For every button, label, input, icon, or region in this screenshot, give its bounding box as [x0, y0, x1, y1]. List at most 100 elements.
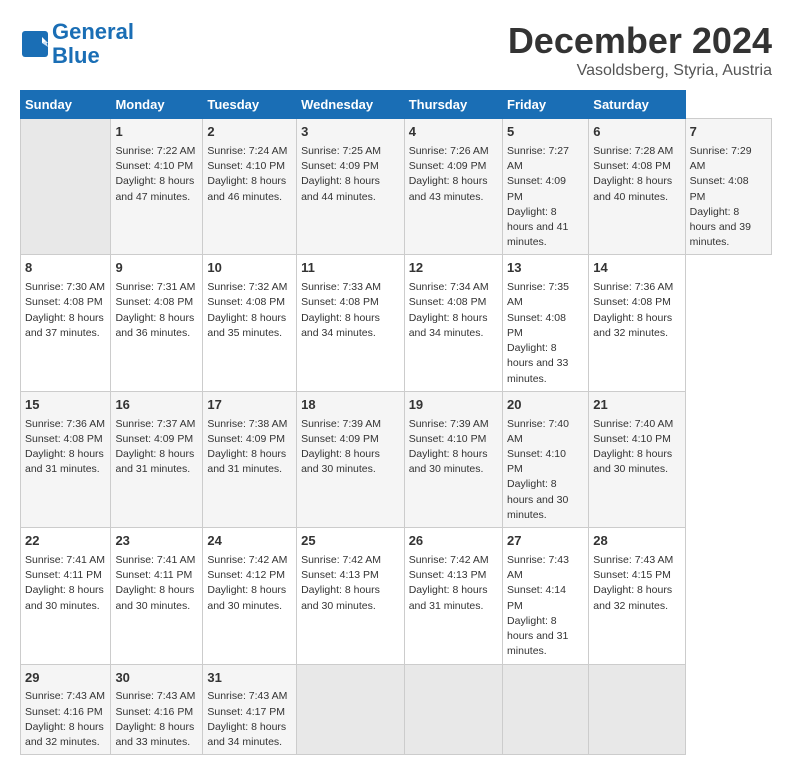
day-number: 10 [207, 259, 292, 278]
daylight-text: Daylight: 8 hours and 32 minutes. [593, 583, 680, 613]
calendar-cell [503, 664, 589, 755]
day-number: 22 [25, 532, 106, 551]
sunset-text: Sunset: 4:08 PM [115, 295, 198, 310]
sunrise-text: Sunrise: 7:40 AM [593, 417, 680, 432]
day-number: 4 [409, 123, 498, 142]
sunset-text: Sunset: 4:15 PM [593, 568, 680, 583]
sunrise-text: Sunrise: 7:36 AM [593, 280, 680, 295]
sunset-text: Sunset: 4:08 PM [301, 295, 400, 310]
sunrise-text: Sunrise: 7:43 AM [593, 553, 680, 568]
calendar-cell: 2Sunrise: 7:24 AMSunset: 4:10 PMDaylight… [203, 119, 297, 255]
sunrise-text: Sunrise: 7:34 AM [409, 280, 498, 295]
header-sunday: Sunday [21, 91, 111, 119]
sunset-text: Sunset: 4:08 PM [507, 311, 584, 341]
sunrise-text: Sunrise: 7:41 AM [25, 553, 106, 568]
day-number: 6 [593, 123, 680, 142]
daylight-text: Daylight: 8 hours and 46 minutes. [207, 174, 292, 204]
daylight-text: Daylight: 8 hours and 34 minutes. [207, 720, 292, 750]
sunrise-text: Sunrise: 7:25 AM [301, 144, 400, 159]
sunset-text: Sunset: 4:12 PM [207, 568, 292, 583]
day-number: 5 [507, 123, 584, 142]
calendar-cell: 17 Sunrise: 7:38 AMSunset: 4:09 PMDayligh… [203, 391, 297, 527]
sunrise-text: Sunrise: 7:27 AM [507, 144, 584, 174]
sunrise-text: Sunrise: 7:43 AM [25, 689, 106, 704]
daylight-text: Daylight: 8 hours and 31 minutes. [115, 447, 198, 477]
sunrise-text: Sunrise: 7:42 AM [301, 553, 400, 568]
sunrise-text: Sunrise: 7:41 AM [115, 553, 198, 568]
daylight-text: Daylight: 8 hours and 40 minutes. [593, 174, 680, 204]
sunrise-text: Sunrise: 7:42 AM [207, 553, 292, 568]
calendar-cell: 24Sunrise: 7:42 AMSunset: 4:12 PMDayligh… [203, 528, 297, 664]
day-number: 20 [507, 396, 584, 415]
calendar-cell: 31Sunrise: 7:43 AMSunset: 4:17 PMDayligh… [203, 664, 297, 755]
sunset-text: Sunset: 4:08 PM [409, 295, 498, 310]
sunrise-text: Sunrise: 7:38 AM [207, 417, 292, 432]
sunrise-text: Sunrise: 7:35 AM [507, 280, 584, 310]
day-number: 11 [301, 259, 400, 278]
calendar-cell: 26Sunrise: 7:42 AMSunset: 4:13 PMDayligh… [404, 528, 502, 664]
daylight-text: Daylight: 8 hours and 31 minutes. [207, 447, 292, 477]
calendar-cell: 14Sunrise: 7:36 AMSunset: 4:08 PMDayligh… [589, 255, 685, 391]
calendar-cell: 10Sunrise: 7:32 AMSunset: 4:08 PMDayligh… [203, 255, 297, 391]
day-number: 9 [115, 259, 198, 278]
sunset-text: Sunset: 4:13 PM [409, 568, 498, 583]
sunrise-text: Sunrise: 7:22 AM [115, 144, 198, 159]
calendar-cell: 6Sunrise: 7:28 AMSunset: 4:08 PMDaylight… [589, 119, 685, 255]
calendar-cell: 28Sunrise: 7:43 AMSunset: 4:15 PMDayligh… [589, 528, 685, 664]
daylight-text: Daylight: 8 hours and 32 minutes. [25, 720, 106, 750]
daylight-text: Daylight: 8 hours and 30 minutes. [115, 583, 198, 613]
day-number: 17 [207, 396, 292, 415]
day-number: 23 [115, 532, 198, 551]
sunrise-text: Sunrise: 7:43 AM [207, 689, 292, 704]
sunrise-text: Sunrise: 7:42 AM [409, 553, 498, 568]
calendar-cell: 11Sunrise: 7:33 AMSunset: 4:08 PMDayligh… [297, 255, 405, 391]
daylight-text: Daylight: 8 hours and 36 minutes. [115, 311, 198, 341]
sunset-text: Sunset: 4:10 PM [409, 432, 498, 447]
sunset-text: Sunset: 4:08 PM [25, 432, 106, 447]
logo-text: General Blue [52, 20, 134, 68]
day-number: 30 [115, 669, 198, 688]
sunrise-text: Sunrise: 7:36 AM [25, 417, 106, 432]
calendar-cell: 5Sunrise: 7:27 AMSunset: 4:09 PMDaylight… [503, 119, 589, 255]
sunset-text: Sunset: 4:11 PM [115, 568, 198, 583]
header-thursday: Thursday [404, 91, 502, 119]
calendar-cell: 4Sunrise: 7:26 AMSunset: 4:09 PMDaylight… [404, 119, 502, 255]
sunset-text: Sunset: 4:08 PM [593, 159, 680, 174]
sunrise-text: Sunrise: 7:33 AM [301, 280, 400, 295]
daylight-text: Daylight: 8 hours and 31 minutes. [507, 614, 584, 660]
day-number: 1 [115, 123, 198, 142]
daylight-text: Daylight: 8 hours and 44 minutes. [301, 174, 400, 204]
sunset-text: Sunset: 4:16 PM [25, 705, 106, 720]
sunset-text: Sunset: 4:08 PM [593, 295, 680, 310]
sunset-text: Sunset: 4:09 PM [207, 432, 292, 447]
daylight-text: Daylight: 8 hours and 33 minutes. [507, 341, 584, 387]
daylight-text: Daylight: 8 hours and 31 minutes. [25, 447, 106, 477]
page-header: General Blue December 2024 Vasoldsberg, … [20, 20, 772, 80]
sunset-text: Sunset: 4:09 PM [115, 432, 198, 447]
daylight-text: Daylight: 8 hours and 30 minutes. [301, 583, 400, 613]
day-number: 19 [409, 396, 498, 415]
day-number: 29 [25, 669, 106, 688]
day-number: 15 [25, 396, 106, 415]
sunset-text: Sunset: 4:10 PM [207, 159, 292, 174]
daylight-text: Daylight: 8 hours and 30 minutes. [593, 447, 680, 477]
sunrise-text: Sunrise: 7:26 AM [409, 144, 498, 159]
sunset-text: Sunset: 4:10 PM [593, 432, 680, 447]
header-monday: Monday [111, 91, 203, 119]
day-number: 12 [409, 259, 498, 278]
calendar-cell: 15 Sunrise: 7:36 AMSunset: 4:08 PMDayligh… [21, 391, 111, 527]
calendar-cell: 25Sunrise: 7:42 AMSunset: 4:13 PMDayligh… [297, 528, 405, 664]
day-number: 2 [207, 123, 292, 142]
daylight-text: Daylight: 8 hours and 33 minutes. [115, 720, 198, 750]
logo-line2: Blue [52, 43, 100, 68]
calendar-cell: 7Sunrise: 7:29 AMSunset: 4:08 PMDaylight… [685, 119, 771, 255]
location-title: Vasoldsberg, Styria, Austria [508, 62, 772, 80]
day-number: 21 [593, 396, 680, 415]
day-number: 7 [690, 123, 767, 142]
calendar-cell: 30Sunrise: 7:43 AMSunset: 4:16 PMDayligh… [111, 664, 203, 755]
calendar-week-row: 8Sunrise: 7:30 AMSunset: 4:08 PMDaylight… [21, 255, 772, 391]
daylight-text: Daylight: 8 hours and 39 minutes. [690, 205, 767, 251]
daylight-text: Daylight: 8 hours and 47 minutes. [115, 174, 198, 204]
sunset-text: Sunset: 4:08 PM [690, 174, 767, 204]
sunset-text: Sunset: 4:09 PM [301, 432, 400, 447]
